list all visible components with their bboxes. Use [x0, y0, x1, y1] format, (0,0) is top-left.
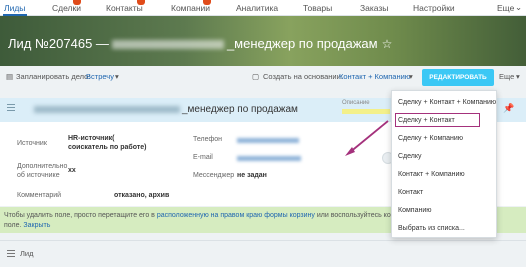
- description-highlight: [342, 109, 390, 114]
- nav-more-link[interactable]: Еще: [497, 3, 514, 13]
- bottom-section-label: Лид: [20, 249, 34, 258]
- drag-handle-icon[interactable]: [7, 250, 15, 259]
- menu-item-choose-from-list[interactable]: Выбрать из списка...: [398, 225, 465, 232]
- create-based-select[interactable]: Контакт + Компанию: [339, 72, 410, 81]
- email-value[interactable]: [237, 156, 301, 161]
- menu-item-company[interactable]: Компанию: [398, 207, 432, 214]
- messenger-label: Мессенджер: [193, 172, 235, 179]
- plan-activity-select[interactable]: Встречу: [86, 72, 114, 81]
- create-based-label: Создать на основании:: [263, 72, 343, 81]
- pin-icon[interactable]: 📌: [503, 103, 514, 114]
- drag-handle-icon[interactable]: [7, 104, 15, 112]
- menu-item-deal-contact[interactable]: Сделку + Контакт: [398, 117, 455, 124]
- menu-item-deal-contact-company[interactable]: Сделку + Контакт + Компанию: [398, 99, 496, 106]
- trash-link[interactable]: расположенную на правом краю формы корзи…: [157, 212, 315, 219]
- calendar-icon: ▤: [6, 72, 14, 81]
- title-prefix: Лид №207465 —: [8, 36, 109, 51]
- phone-value[interactable]: [237, 138, 299, 143]
- extra-source-label: Дополнительно об источнике: [17, 163, 68, 179]
- hint-close-link[interactable]: Закрыть: [23, 222, 50, 229]
- phone-label: Телефон: [193, 136, 223, 143]
- source-value: HR-источник( соискатель по работе): [68, 135, 147, 151]
- title-suffix: _менеджер по продажам: [226, 36, 378, 51]
- tab-products[interactable]: Товары: [303, 3, 332, 13]
- tab-analytics[interactable]: Аналитика: [236, 3, 278, 13]
- create-based-icon: ▢: [252, 72, 260, 81]
- chevron-down-icon[interactable]: ⌄: [515, 2, 522, 13]
- tab-contacts-badge: [137, 0, 145, 5]
- menu-item-deal-company[interactable]: Сделку + Компанию: [398, 135, 463, 142]
- create-based-menu: Сделку + Контакт + Компанию Сделку + Кон…: [391, 90, 497, 238]
- top-navigation: Лиды Сделки Контакты Компании Аналитика …: [0, 0, 526, 16]
- page-title: Лид №207465 — _менеджер по продажам ☆: [8, 36, 392, 51]
- lead-toolbar: ▤ Запланировать дело: Встречу ▾ ▢ Создат…: [0, 66, 526, 88]
- tab-companies-badge: [203, 0, 211, 5]
- toolbar-more-link[interactable]: Еще: [499, 72, 514, 81]
- chevron-down-icon[interactable]: ▾: [115, 72, 119, 81]
- section-title: _менеджер по продажам: [182, 104, 298, 115]
- menu-item-contact-company[interactable]: Контакт + Компанию: [398, 171, 465, 178]
- extra-source-value: xx: [68, 167, 76, 174]
- hint-tail: поле.: [4, 222, 22, 229]
- comment-label: Комментарий: [17, 192, 62, 199]
- tab-leads[interactable]: Лиды: [4, 3, 25, 13]
- source-label: Источник: [17, 140, 47, 147]
- star-icon[interactable]: ☆: [382, 37, 393, 51]
- lead-header: Лид №207465 — _менеджер по продажам ☆: [0, 16, 526, 66]
- plan-activity-label: Запланировать дело:: [16, 72, 91, 81]
- tab-deals-badge: [73, 0, 81, 5]
- tab-settings[interactable]: Настройки: [413, 3, 455, 13]
- chevron-down-icon[interactable]: ▾: [409, 72, 413, 81]
- edit-button[interactable]: РЕДАКТИРОВАТЬ: [422, 69, 494, 86]
- tab-orders[interactable]: Заказы: [360, 3, 388, 13]
- bottom-section: Лид: [0, 240, 526, 267]
- blurred-name: [111, 40, 224, 50]
- tab-contacts[interactable]: Контакты: [106, 3, 143, 13]
- menu-item-deal[interactable]: Сделку: [398, 153, 422, 160]
- comment-value: отказано, архив: [114, 192, 170, 199]
- blurred-contact-name: [34, 106, 180, 113]
- menu-item-contact[interactable]: Контакт: [398, 189, 423, 196]
- hint-middle: или воспользуйтесь кон: [316, 212, 395, 219]
- messenger-value: не задан: [237, 172, 267, 179]
- section-caption: Описание: [342, 100, 370, 106]
- hint-prefix: Чтобы удалить поле, просто перетащите ег…: [4, 212, 155, 219]
- chevron-down-icon[interactable]: ▾: [516, 72, 520, 81]
- email-label: E-mail: [193, 154, 213, 161]
